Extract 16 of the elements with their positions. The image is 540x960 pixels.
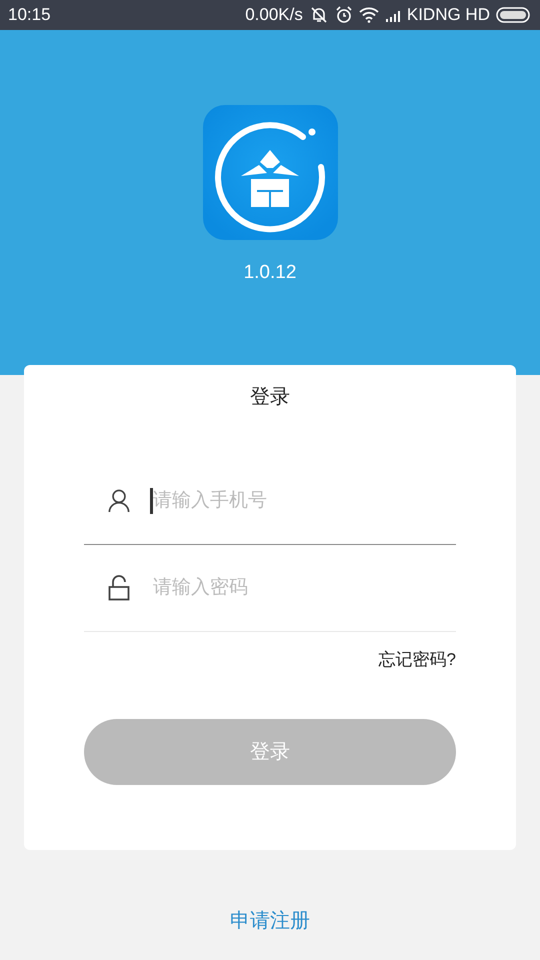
signal-icon xyxy=(384,8,403,22)
muted-bell-icon xyxy=(308,6,329,24)
carrier-name: KIDNG HD xyxy=(406,4,490,26)
alarm-icon xyxy=(334,6,353,24)
user-icon xyxy=(108,488,130,514)
forgot-password-link[interactable]: 忘记密码? xyxy=(378,647,456,672)
battery-icon xyxy=(496,7,532,23)
phone-field[interactable]: 请输入手机号 xyxy=(150,488,456,514)
register-link[interactable]: 申请注册 xyxy=(0,906,540,936)
network-speed: 0.00K/s xyxy=(245,4,303,26)
lock-icon xyxy=(108,575,130,601)
status-time: 10:15 xyxy=(8,4,51,26)
card-title: 登录 xyxy=(250,385,290,410)
app-version: 1.0.12 xyxy=(244,261,296,285)
password-field[interactable]: 请输入密码 xyxy=(150,575,456,601)
wifi-icon xyxy=(358,7,379,23)
